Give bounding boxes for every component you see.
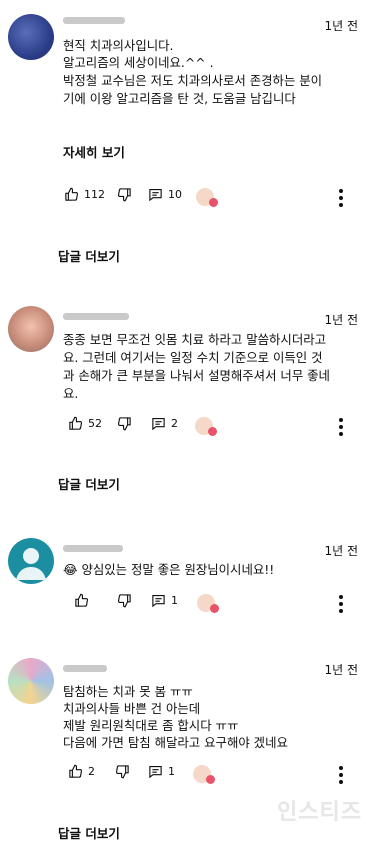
comment-text-line: 알고리즘의 세상이네요.^^ . (63, 55, 214, 70)
comment-icon (152, 417, 165, 431)
comment-text-line: 다음에 가면 탐침 해달라고 요구해야 겠네요 (63, 735, 288, 750)
reply-count: 10 (168, 188, 182, 201)
comment-actions: 2 1 (60, 764, 360, 786)
timestamp: 1년 전 (324, 313, 358, 327)
more-options-icon[interactable] (339, 766, 343, 787)
comment-text-line: 요. (63, 386, 79, 401)
dislike-button[interactable] (117, 187, 132, 202)
dislike-button[interactable] (115, 764, 130, 779)
reply-button[interactable]: 2 (151, 416, 178, 431)
comment-text-line: 탐침하는 치과 못 봄 ㅠㅠ (63, 684, 193, 699)
reply-count: 1 (171, 594, 178, 607)
view-replies-link[interactable]: 답글 더보기 (58, 823, 120, 842)
comment-icon (149, 765, 162, 779)
reply-button[interactable]: 10 (148, 187, 182, 202)
creator-heart-icon (193, 765, 215, 784)
like-button[interactable]: 2 (68, 764, 95, 779)
reply-count: 2 (171, 417, 178, 430)
creator-heart-icon (195, 417, 217, 436)
comment-text-line: 제발 원리원칙대로 좀 합시다 ㅠㅠ (63, 718, 239, 733)
author-name[interactable] (63, 313, 129, 320)
avatar[interactable] (8, 538, 54, 584)
comment-icon (152, 594, 165, 608)
author-name[interactable] (63, 17, 125, 24)
comment-text: 양심있는 정말 좋은 원장님이시네요!! (81, 562, 275, 577)
thumbs-down-icon (116, 765, 129, 779)
thumbs-up-icon (69, 764, 82, 778)
reply-button[interactable]: 1 (151, 593, 178, 608)
read-more-link[interactable]: 자세히 보기 (63, 142, 125, 161)
laughing-emoji: 😂 (63, 562, 78, 577)
more-options-icon[interactable] (339, 189, 343, 210)
timestamp: 1년 전 (324, 19, 358, 33)
avatar[interactable] (8, 658, 54, 704)
creator-heart-icon (197, 594, 219, 613)
comment-text-line: 과 손해가 큰 부분을 나눠서 설명해주셔서 너무 좋네 (63, 368, 330, 383)
timestamp: 1년 전 (324, 544, 358, 558)
comment-text-line: 종종 보면 무조건 잇몸 치료 하라고 말씀하시더라고 (63, 332, 327, 347)
comment-text-line: 현직 치과의사입니다. (63, 38, 174, 53)
reply-count: 1 (168, 765, 175, 778)
comment-actions: 112 10 (60, 187, 360, 209)
avatar[interactable] (8, 14, 54, 60)
more-options-icon[interactable] (339, 418, 343, 439)
thumbs-up-icon (65, 187, 78, 201)
like-count: 2 (88, 765, 95, 778)
comment-text-line: 요. 그런데 여기서는 일정 수치 기준으로 이득인 것 (63, 350, 323, 365)
creator-heart-icon (196, 188, 218, 207)
comment-actions: 52 2 (60, 416, 360, 438)
comment-text-line: 치과의사들 바쁜 건 아는데 (63, 701, 201, 716)
reply-button[interactable]: 1 (148, 764, 175, 779)
thumbs-down-icon (118, 594, 131, 608)
comment-icon (149, 188, 162, 202)
thumbs-up-icon (75, 593, 88, 607)
comment-text-line: 기에 이왕 알고리즘을 탄 것, 도움글 남깁니다 (63, 91, 296, 106)
more-options-icon[interactable] (339, 595, 343, 616)
author-name[interactable] (63, 545, 123, 552)
thumbs-down-icon (118, 188, 131, 202)
author-name[interactable] (63, 665, 107, 672)
dislike-button[interactable] (117, 593, 132, 608)
like-button[interactable]: 112 (64, 187, 105, 202)
thumbs-down-icon (118, 417, 131, 431)
view-replies-link[interactable]: 답글 더보기 (58, 474, 120, 493)
comment-text-line: 박정철 교수님은 저도 치과의사로서 존경하는 분이 (63, 73, 323, 88)
dislike-button[interactable] (117, 416, 132, 431)
view-replies-link[interactable]: 답글 더보기 (58, 246, 120, 265)
timestamp: 1년 전 (324, 663, 358, 677)
like-count: 52 (88, 417, 102, 430)
comment-text-line: 😂 양심있는 정말 좋은 원장님이시네요!! (63, 561, 274, 578)
thumbs-up-icon (69, 416, 82, 430)
like-button[interactable] (74, 593, 89, 608)
watermark: 인스티즈 (277, 800, 362, 825)
comment-actions: 1 (60, 593, 360, 615)
default-user-icon (16, 548, 46, 580)
like-button[interactable]: 52 (68, 416, 102, 431)
avatar[interactable] (8, 306, 54, 352)
like-count: 112 (84, 188, 105, 201)
